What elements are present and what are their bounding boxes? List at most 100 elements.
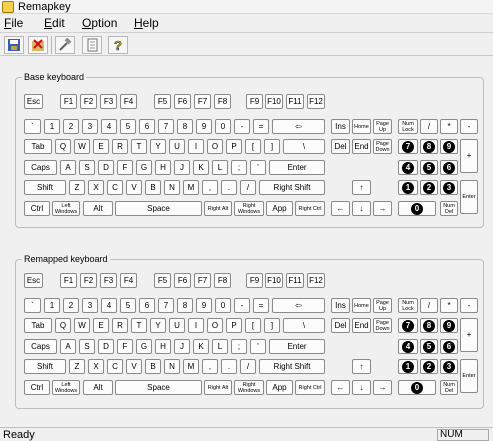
remapped-key-k6[interactable]: 6 [139, 298, 155, 313]
remapped-key-del[interactable]: Del [331, 318, 350, 333]
remapped-key-f1[interactable]: F1 [60, 273, 77, 288]
remapped-key-i[interactable]: I [188, 318, 204, 333]
help-tool-button[interactable]: ? [108, 36, 128, 54]
base-key-ralt[interactable]: Right Alt [204, 201, 232, 216]
base-key-equals[interactable]: = [253, 119, 269, 134]
remapped-key-comma[interactable]: , [202, 359, 218, 374]
remapped-key-right[interactable]: → [373, 380, 392, 395]
remapped-key-pgdn[interactable]: Page Down [373, 318, 392, 333]
base-key-i[interactable]: I [188, 139, 204, 154]
remapped-key-f12[interactable]: F12 [307, 273, 325, 288]
remapped-key-p[interactable]: P [226, 318, 242, 333]
base-key-k[interactable]: K [193, 160, 209, 175]
base-key-f8[interactable]: F8 [214, 94, 231, 109]
remapped-key-caps[interactable]: Caps [24, 339, 57, 354]
base-key-f1[interactable]: F1 [60, 94, 77, 109]
remapped-key-pgup[interactable]: Page Up [373, 298, 392, 313]
base-key-e[interactable]: E [93, 139, 109, 154]
remapped-key-npenter[interactable]: Enter [460, 359, 478, 393]
remapped-key-k[interactable]: K [193, 339, 209, 354]
remapped-key-f5[interactable]: F5 [154, 273, 171, 288]
edit-tool-button[interactable] [55, 36, 75, 54]
base-key-k4[interactable]: 4 [101, 119, 117, 134]
remapped-key-backslash[interactable]: \ [283, 318, 325, 333]
base-key-pgup[interactable]: Page Up [373, 119, 392, 134]
base-key-left[interactable]: ← [331, 201, 350, 216]
base-key-backtick[interactable]: ` [24, 119, 41, 134]
base-key-rbracket[interactable]: ] [264, 139, 280, 154]
base-key-comma[interactable]: , [202, 180, 218, 195]
base-key-f6[interactable]: F6 [174, 94, 191, 109]
base-key-n[interactable]: N [164, 180, 180, 195]
base-key-caps[interactable]: Caps [24, 160, 57, 175]
remapped-key-k7[interactable]: 7 [158, 298, 174, 313]
remapped-key-o[interactable]: O [207, 318, 223, 333]
base-key-s[interactable]: S [79, 160, 95, 175]
base-key-l[interactable]: L [212, 160, 228, 175]
remapped-key-end[interactable]: End [352, 318, 371, 333]
remapped-key-npminus[interactable]: - [460, 298, 478, 313]
remapped-key-lbracket[interactable]: [ [245, 318, 261, 333]
base-key-np6[interactable]: 6 [440, 160, 458, 175]
remapped-key-f7[interactable]: F7 [194, 273, 211, 288]
remapped-key-f10[interactable]: F10 [265, 273, 283, 288]
remapped-key-l[interactable]: L [212, 339, 228, 354]
remapped-key-np1[interactable]: 1 [398, 359, 418, 374]
base-key-r[interactable]: R [112, 139, 128, 154]
remapped-key-f9[interactable]: F9 [246, 273, 263, 288]
remapped-key-a[interactable]: A [60, 339, 76, 354]
remapped-key-k9[interactable]: 9 [196, 298, 212, 313]
remapped-key-m[interactable]: M [183, 359, 199, 374]
remapped-key-k8[interactable]: 8 [177, 298, 193, 313]
base-key-minus[interactable]: - [234, 119, 250, 134]
base-key-v[interactable]: V [126, 180, 142, 195]
base-key-y[interactable]: Y [150, 139, 166, 154]
base-key-f2[interactable]: F2 [80, 94, 97, 109]
remapped-key-semicolon[interactable]: ; [231, 339, 247, 354]
base-key-f4[interactable]: F4 [120, 94, 137, 109]
remapped-key-np8[interactable]: 8 [420, 318, 438, 333]
base-key-f9[interactable]: F9 [246, 94, 263, 109]
base-key-h[interactable]: H [155, 160, 171, 175]
base-key-lshift[interactable]: Shift [24, 180, 66, 195]
base-key-app[interactable]: App [266, 201, 293, 216]
base-key-npmul[interactable]: * [440, 119, 458, 134]
base-key-rshift[interactable]: Right Shift [259, 180, 325, 195]
remapped-key-h[interactable]: H [155, 339, 171, 354]
remapped-key-n[interactable]: N [164, 359, 180, 374]
remapped-key-esc[interactable]: Esc [24, 273, 43, 288]
remapped-key-k4[interactable]: 4 [101, 298, 117, 313]
remapped-key-f8[interactable]: F8 [214, 273, 231, 288]
base-key-np2[interactable]: 2 [420, 180, 438, 195]
base-key-esc[interactable]: Esc [24, 94, 43, 109]
base-key-k0[interactable]: 0 [215, 119, 231, 134]
base-key-m[interactable]: M [183, 180, 199, 195]
remapped-key-f[interactable]: F [117, 339, 133, 354]
remapped-key-np7[interactable]: 7 [398, 318, 418, 333]
base-key-g[interactable]: G [136, 160, 152, 175]
remapped-key-t[interactable]: T [131, 318, 147, 333]
base-key-alt[interactable]: Alt [83, 201, 113, 216]
remapped-key-r[interactable]: R [112, 318, 128, 333]
menu-file[interactable]: File [4, 16, 23, 30]
base-key-backspace[interactable]: ⇦ [272, 119, 325, 134]
remapped-key-f11[interactable]: F11 [286, 273, 304, 288]
remapped-key-alt[interactable]: Alt [83, 380, 113, 395]
base-key-np3[interactable]: 3 [440, 180, 458, 195]
base-key-f[interactable]: F [117, 160, 133, 175]
base-key-npenter[interactable]: Enter [460, 180, 478, 214]
remapped-key-j[interactable]: J [174, 339, 190, 354]
base-key-a[interactable]: A [60, 160, 76, 175]
base-key-f11[interactable]: F11 [286, 94, 304, 109]
base-key-home[interactable]: Home [352, 119, 371, 134]
base-key-k5[interactable]: 5 [120, 119, 136, 134]
base-key-backslash[interactable]: \ [283, 139, 325, 154]
base-key-del[interactable]: Del [331, 139, 350, 154]
remapped-key-down[interactable]: ↓ [352, 380, 371, 395]
remapped-key-k0[interactable]: 0 [215, 298, 231, 313]
base-key-quote[interactable]: ' [250, 160, 266, 175]
remapped-key-ins[interactable]: Ins [331, 298, 350, 313]
remapped-key-space[interactable]: Space [115, 380, 202, 395]
remapped-key-f6[interactable]: F6 [174, 273, 191, 288]
remapped-key-s[interactable]: S [79, 339, 95, 354]
